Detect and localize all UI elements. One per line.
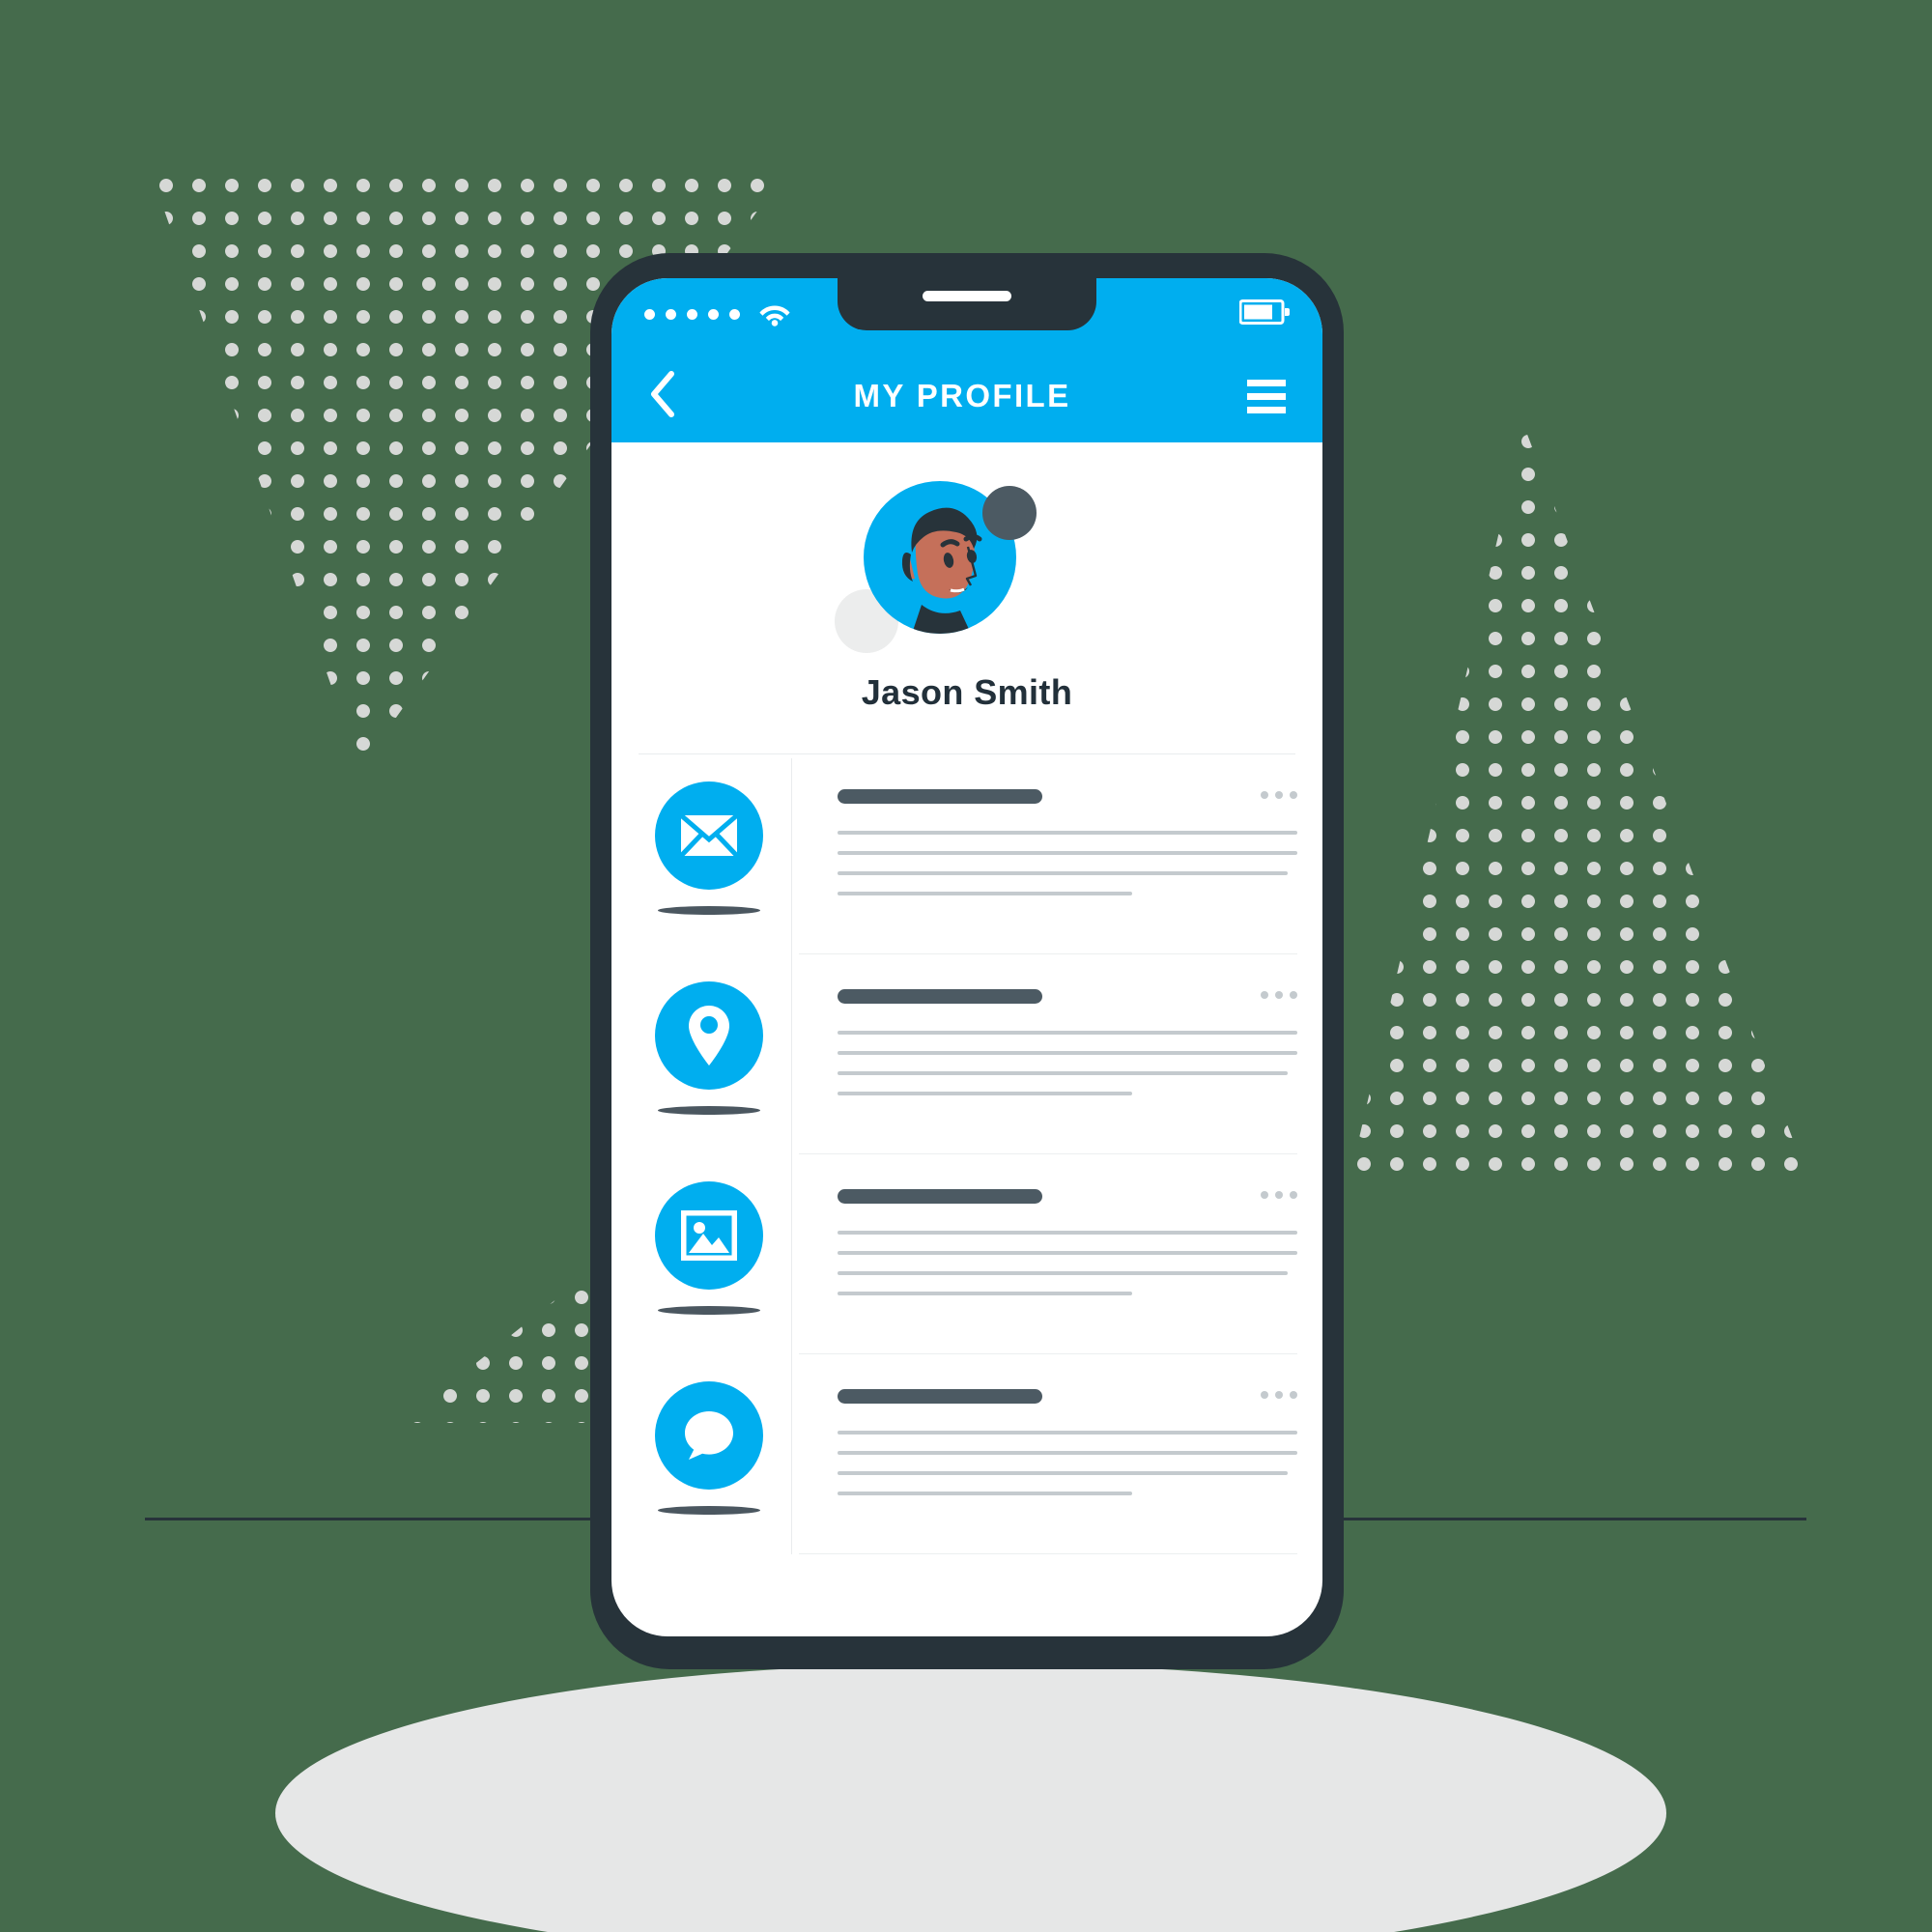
illustration-stage: MY PROFILE Jason Smith <box>0 0 1932 1932</box>
list-item-icon-column <box>619 1154 799 1315</box>
dotted-triangle-right <box>1348 425 1811 1188</box>
list-item-title-placeholder <box>838 989 1042 1004</box>
list-item[interactable] <box>619 1354 1322 1554</box>
signal-dot-3 <box>687 308 697 320</box>
device-notch <box>838 278 1096 330</box>
signal-dot-5 <box>729 308 740 320</box>
list-item-icon-column <box>619 954 799 1115</box>
list-item-icon-column <box>619 754 799 915</box>
signal-dot-2 <box>666 308 676 320</box>
list-item-body <box>799 1354 1322 1495</box>
floor-shadow-ellipse <box>275 1663 1666 1932</box>
list-item-text-placeholder <box>838 1431 1297 1495</box>
list-item-text-placeholder <box>838 831 1297 895</box>
profile-detail-list <box>611 754 1322 1554</box>
list-item-title-placeholder <box>838 1389 1042 1404</box>
image-icon[interactable] <box>655 1181 763 1290</box>
avatar[interactable] <box>822 471 1112 665</box>
decor-circle-dark <box>982 486 1037 540</box>
status-bar-right <box>1238 298 1290 330</box>
list-item-text-placeholder <box>838 1031 1297 1095</box>
list-item-title-placeholder <box>838 1189 1042 1204</box>
status-bar-left <box>644 301 791 327</box>
list-item-text-placeholder <box>838 1231 1297 1295</box>
kebab-menu-icon[interactable] <box>1261 991 1297 999</box>
status-bar <box>611 278 1322 350</box>
kebab-menu-icon[interactable] <box>1261 791 1297 799</box>
profile-header: Jason Smith <box>611 442 1322 730</box>
icon-drop-shadow <box>658 1506 760 1515</box>
list-item[interactable] <box>619 1154 1322 1354</box>
list-item-divider <box>799 1553 1297 1554</box>
chat-bubble-icon[interactable] <box>655 1381 763 1490</box>
page-title: MY PROFILE <box>853 378 1071 413</box>
phone-screen: MY PROFILE Jason Smith <box>611 278 1322 1636</box>
notch-speaker <box>923 291 1011 301</box>
nav-bar: MY PROFILE <box>611 350 1322 442</box>
icon-drop-shadow <box>658 1106 760 1115</box>
signal-dot-4 <box>708 308 719 320</box>
icon-drop-shadow <box>658 1306 760 1315</box>
list-item[interactable] <box>619 754 1322 954</box>
profile-name: Jason Smith <box>861 672 1073 712</box>
location-pin-icon[interactable] <box>655 981 763 1090</box>
list-item-body <box>799 954 1322 1095</box>
list-item[interactable] <box>619 954 1322 1154</box>
list-item-title-placeholder <box>838 789 1042 804</box>
list-item-body <box>799 754 1322 895</box>
kebab-menu-icon[interactable] <box>1261 1191 1297 1199</box>
signal-dot-1 <box>644 308 655 320</box>
phone-device-frame: MY PROFILE Jason Smith <box>590 253 1344 1669</box>
kebab-menu-icon[interactable] <box>1261 1391 1297 1399</box>
wifi-icon <box>758 301 791 327</box>
envelope-icon[interactable] <box>655 781 763 890</box>
battery-icon <box>1238 298 1290 330</box>
icon-drop-shadow <box>658 906 760 915</box>
back-button[interactable] <box>648 370 677 423</box>
hamburger-menu-icon[interactable] <box>1246 379 1286 413</box>
list-item-body <box>799 1154 1322 1295</box>
list-item-icon-column <box>619 1354 799 1515</box>
